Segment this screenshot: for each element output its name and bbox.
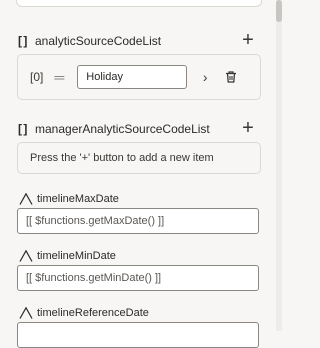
manager-empty-list-card: Press the '+' button to add a new item (17, 142, 261, 174)
timeline-reference-date-input[interactable] (17, 322, 259, 348)
empty-list-hint: Press the '+' button to add a new item (30, 152, 214, 164)
manager-analytic-source-code-list-header: [ ] managerAnalyticSourceCodeList + (18, 118, 260, 139)
timeline-min-date-input[interactable]: [[ $functions.getMinDate() ]] (17, 265, 259, 291)
brackets-icon: [ ] (18, 34, 27, 48)
scrollbar[interactable] (276, 0, 282, 331)
timeline-max-date-input[interactable]: [[ $functions.getMaxDate() ]] (17, 208, 259, 234)
previous-card-edge (16, 0, 262, 7)
item-value-input[interactable]: Holiday (77, 65, 188, 89)
section-title: analyticSourceCodeList (35, 34, 162, 48)
timeline-max-date-label: timelineMaxDate (19, 191, 119, 207)
timeline-reference-date-label: timelineReferenceDate (19, 305, 149, 321)
equals-icon: ═ (54, 69, 65, 85)
field-label-text: timelineMaxDate (37, 193, 119, 205)
field-label-text: timelineMinDate (37, 250, 116, 262)
section-title: managerAnalyticSourceCodeList (35, 122, 210, 136)
item-index: [0] (30, 70, 44, 84)
trash-icon[interactable] (223, 69, 239, 85)
field-label-text: timelineReferenceDate (37, 307, 149, 319)
analytic-source-code-list-header: [ ] analyticSourceCodeList + (18, 30, 260, 51)
scrollbar-thumb[interactable] (276, 0, 282, 22)
text-type-icon (19, 193, 33, 205)
analytic-list-item-card: [0] ═ Holiday › (17, 54, 261, 100)
text-type-icon (19, 307, 33, 319)
text-type-icon (19, 250, 33, 262)
add-manager-item-button[interactable]: + (238, 118, 258, 138)
brackets-icon: [ ] (18, 122, 27, 136)
list-item: [0] ═ Holiday › (18, 55, 260, 99)
chevron-right-icon[interactable]: › (197, 69, 213, 85)
add-analytic-item-button[interactable]: + (238, 30, 258, 50)
timeline-min-date-label: timelineMinDate (19, 248, 116, 264)
